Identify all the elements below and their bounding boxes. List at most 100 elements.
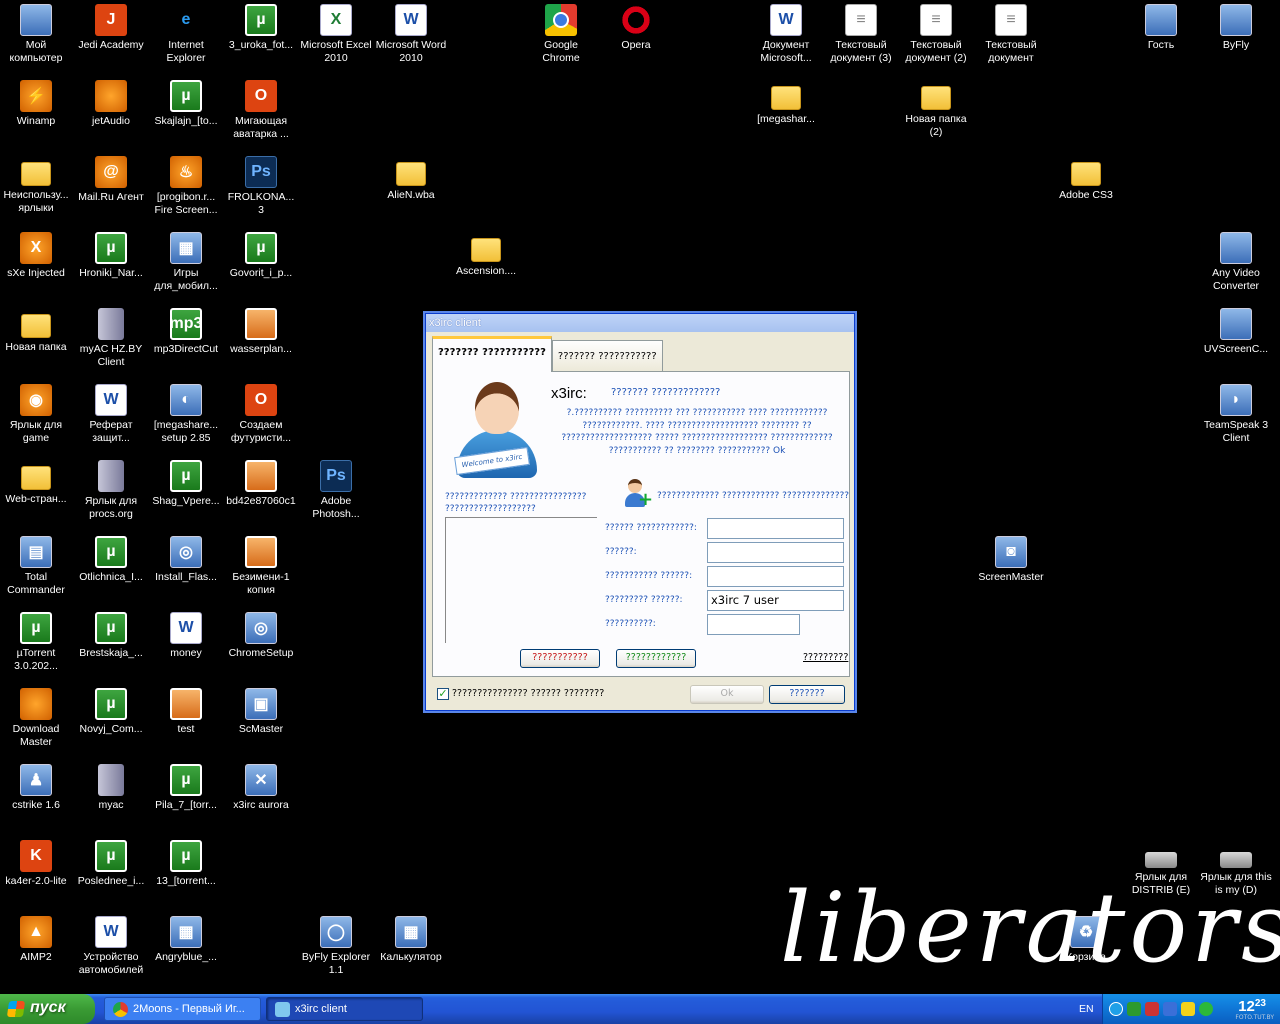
desktop-icon[interactable]: test bbox=[148, 688, 224, 736]
realname-input[interactable]: x3irc 7 user bbox=[707, 590, 844, 611]
desktop-icon[interactable]: J Jedi Academy bbox=[73, 4, 149, 52]
desktop-icon[interactable]: Kka4er-2.0-lite bbox=[0, 840, 74, 888]
extra-input[interactable] bbox=[707, 614, 800, 635]
desktop-icon[interactable]: mp3 mp3DirectCut bbox=[148, 308, 224, 356]
desktop-icon[interactable]: Any Video Converter bbox=[1198, 232, 1274, 293]
desktop-icon[interactable]: Opera bbox=[598, 4, 674, 52]
desktop-icon[interactable]: ◎ Install_Flas... bbox=[148, 536, 224, 584]
desktop-icon[interactable]: ◯ ByFly Explorer 1.1 bbox=[298, 916, 374, 977]
desktop-icon[interactable]: W Microsoft Word 2010 bbox=[373, 4, 449, 65]
desktop-icon[interactable]: Wmoney bbox=[148, 612, 224, 660]
desktop-icon[interactable]: ◎ ChromeSetup bbox=[223, 612, 299, 660]
desktop-icon[interactable]: ◗ TeamSpeak 3 Client bbox=[1198, 384, 1274, 445]
desktop-icon[interactable]: µ Poslednee_i... bbox=[73, 840, 149, 888]
nickname-input[interactable] bbox=[707, 518, 844, 539]
desktop-icon[interactable]: O Мигающая аватарка ... bbox=[223, 80, 299, 141]
desktop-icon[interactable]: ◐ [megashare... setup 2.85 bbox=[148, 384, 224, 445]
desktop-icon[interactable]: W Реферат защит... bbox=[73, 384, 149, 445]
desktop-icon[interactable]: ≡ Текстовый документ bbox=[973, 4, 1049, 65]
desktop-icon[interactable]: µ 13_[torrent... bbox=[148, 840, 224, 888]
ok-button[interactable]: Ok bbox=[690, 685, 764, 704]
desktop-icon[interactable]: Гость bbox=[1123, 4, 1199, 52]
users-list[interactable] bbox=[445, 517, 597, 643]
taskbar-button-chrome[interactable]: 2Moons - Первый Иг... bbox=[104, 997, 261, 1021]
desktop-icon[interactable]: [megashar... bbox=[748, 80, 824, 126]
desktop-icon[interactable]: jetAudio bbox=[73, 80, 149, 128]
desktop-icon[interactable]: myAC HZ.BY Client bbox=[73, 308, 149, 369]
desktop-icon[interactable]: wasserplan... bbox=[223, 308, 299, 356]
desktop-icon[interactable]: ▦ Калькулятор bbox=[373, 916, 449, 964]
utorrent-tray-icon[interactable] bbox=[1127, 1002, 1141, 1016]
status-tray-icon[interactable] bbox=[1199, 1002, 1213, 1016]
desktop-icon[interactable]: ▤ Total Commander bbox=[0, 536, 74, 597]
desktop-icon[interactable]: O Создаем футуристи... bbox=[223, 384, 299, 445]
password-input[interactable] bbox=[707, 542, 844, 563]
network-tray-icon[interactable] bbox=[1145, 1002, 1159, 1016]
desktop-icon[interactable]: Неиспользу... ярлыки bbox=[0, 156, 74, 215]
help-link[interactable]: ????????? bbox=[803, 652, 848, 663]
desktop-icon[interactable]: AlieN.wba bbox=[373, 156, 449, 202]
desktop-icon[interactable]: ♟ cstrike 1.6 bbox=[0, 764, 74, 812]
desktop-icon[interactable]: Безимени-1 копия bbox=[223, 536, 299, 597]
warning-tray-icon[interactable] bbox=[1181, 1002, 1195, 1016]
start-button[interactable]: пуск bbox=[0, 994, 95, 1024]
connect-button[interactable]: ???????????? bbox=[616, 649, 696, 668]
desktop-icon[interactable]: µ Skajlajn_[to... bbox=[148, 80, 224, 128]
desktop-icon[interactable]: Ascension.... bbox=[448, 232, 524, 278]
desktop-icon[interactable]: Ярлык для procs.org bbox=[73, 460, 149, 521]
desktop-icon[interactable]: µ Brestskaja_... bbox=[73, 612, 149, 660]
desktop-icon[interactable]: µ 3_uroka_fot... bbox=[223, 4, 299, 52]
desktop-icon[interactable]: ⚡ Winamp bbox=[0, 80, 74, 128]
window-title[interactable]: x3irc client bbox=[426, 314, 854, 332]
desktop-icon[interactable]: ♨ [progibon.r... Fire Screen... bbox=[148, 156, 224, 217]
desktop-icon[interactable]: ▲ AIMP2 bbox=[0, 916, 74, 964]
tab-secondary[interactable]: ??????? ??????????? bbox=[551, 340, 663, 372]
desktop-icon[interactable]: ✕ x3irc aurora bbox=[223, 764, 299, 812]
clock[interactable]: 1223 bbox=[1238, 998, 1266, 1015]
x3irc-window[interactable]: x3irc client ??????? ??????????? ???????… bbox=[425, 313, 855, 711]
desktop-icon[interactable]: ByFly bbox=[1198, 4, 1274, 52]
desktop-icon[interactable]: µ Govorit_i_p... bbox=[223, 232, 299, 280]
desktop-icon[interactable]: µ Novyj_Com... bbox=[73, 688, 149, 736]
desktop-icon[interactable]: Ps FROLKONA... 3 bbox=[223, 156, 299, 217]
desktop-icon[interactable]: µ Shag_Vpere... bbox=[148, 460, 224, 508]
desktop-icon[interactable]: UVScreenC... bbox=[1198, 308, 1274, 356]
desktop-icon[interactable]: myac bbox=[73, 764, 149, 812]
desktop-icon[interactable]: ▦ Игры для_мобил... bbox=[148, 232, 224, 293]
desktop-icon[interactable]: Google Chrome bbox=[523, 4, 599, 65]
desktop-icon[interactable]: ▣ ScMaster bbox=[223, 688, 299, 736]
register-button[interactable]: ??????????? bbox=[520, 649, 600, 668]
desktop-icon[interactable]: Новая папка bbox=[0, 308, 74, 354]
desktop-icon[interactable]: @ Mail.Ru Агент bbox=[73, 156, 149, 204]
desktop-icon[interactable]: W Документ Microsoft... bbox=[748, 4, 824, 65]
desktop-icon[interactable]: ▦ Angryblue_... bbox=[148, 916, 224, 964]
desktop-icon[interactable]: µ Otlichnica_I... bbox=[73, 536, 149, 584]
desktop-icon[interactable]: XsXe Injected bbox=[0, 232, 74, 280]
desktop-icon[interactable]: ≡ Текстовый документ (3) bbox=[823, 4, 899, 65]
tab-main[interactable]: ??????? ??????????? bbox=[432, 336, 552, 372]
remember-checkbox[interactable]: ✓ bbox=[437, 688, 449, 700]
desktop-icon[interactable]: µ µTorrent 3.0.202... bbox=[0, 612, 74, 673]
desktop-icon[interactable]: µ Hroniki_Nar... bbox=[73, 232, 149, 280]
desktop-icon[interactable]: Мой компьютер bbox=[0, 4, 74, 65]
desktop-icon[interactable]: bd42e87060c1 bbox=[223, 460, 299, 508]
desktop-icon[interactable]: Ps Adobe Photosh... bbox=[298, 460, 374, 521]
desktop-icon[interactable]: X Microsoft Excel 2010 bbox=[298, 4, 374, 65]
chevron-left-icon[interactable] bbox=[1109, 1002, 1123, 1016]
img-icon bbox=[245, 460, 277, 492]
volume-tray-icon[interactable] bbox=[1163, 1002, 1177, 1016]
cancel-button[interactable]: ??????? bbox=[769, 685, 845, 704]
desktop-icon[interactable]: Download Master bbox=[0, 688, 74, 749]
taskbar-button-x3irc[interactable]: x3irc client bbox=[266, 997, 423, 1021]
desktop-icon[interactable]: µ Pila_7_[torr... bbox=[148, 764, 224, 812]
desktop-icon[interactable]: Web-стран... bbox=[0, 460, 74, 506]
desktop-icon[interactable]: Новая папка (2) bbox=[898, 80, 974, 139]
language-indicator[interactable]: EN bbox=[1079, 1003, 1094, 1015]
confirm-password-input[interactable] bbox=[707, 566, 844, 587]
desktop-icon[interactable]: Adobe CS3 bbox=[1048, 156, 1124, 202]
desktop-icon[interactable]: ≡ Текстовый документ (2) bbox=[898, 4, 974, 65]
desktop-icon[interactable]: W Устройство автомобилей bbox=[73, 916, 149, 977]
desktop-icon[interactable]: e Internet Explorer bbox=[148, 4, 224, 65]
desktop-icon[interactable]: ◉ Ярлык для game bbox=[0, 384, 74, 445]
desktop-icon[interactable]: ◙ ScreenMaster bbox=[973, 536, 1049, 584]
